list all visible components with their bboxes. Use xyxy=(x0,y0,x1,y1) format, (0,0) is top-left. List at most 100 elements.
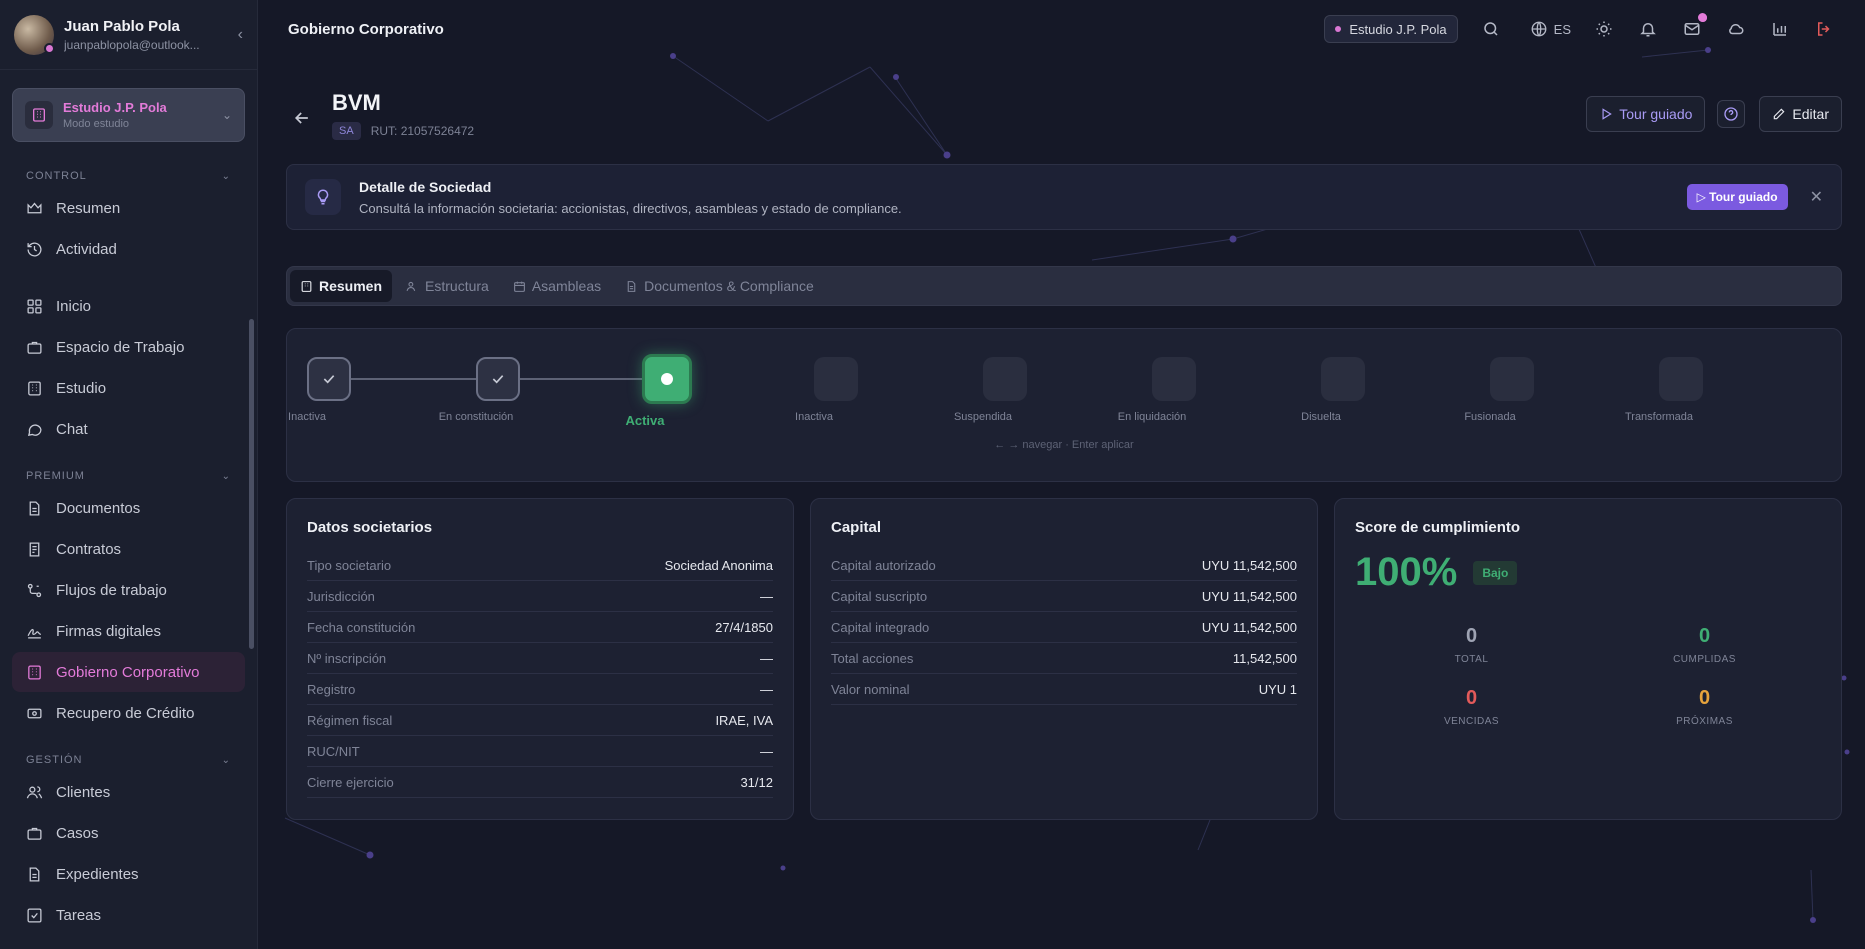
mail-icon[interactable] xyxy=(1683,13,1707,39)
data-row: Tipo societario Sociedad Anonima xyxy=(307,550,773,581)
tab-asambleas[interactable]: Asambleas xyxy=(503,270,611,302)
sidebar-item-resumen[interactable]: Resumen xyxy=(12,188,245,228)
data-row: Capital integrado UYU 11,542,500 xyxy=(831,612,1297,643)
data-row: Total acciones 11,542,500 xyxy=(831,643,1297,674)
sidebar-item-flujos-de-trabajo[interactable]: Flujos de trabajo xyxy=(12,570,245,610)
sidebar-item-inicio[interactable]: Inicio xyxy=(12,286,245,326)
workflow-icon xyxy=(27,583,42,597)
contract-icon xyxy=(29,541,40,557)
data-row: RUC/NIT — xyxy=(307,736,773,767)
row-key: Jurisdicción xyxy=(307,588,375,604)
stat-value: 0 xyxy=(1465,687,1478,709)
sidebar-item-actividad[interactable]: Actividad xyxy=(12,229,245,269)
check-icon xyxy=(307,357,351,401)
sidebar-item-casos[interactable]: Casos xyxy=(12,813,245,853)
tab-estructura[interactable]: Estructura xyxy=(396,270,499,302)
step-8[interactable]: Fusionada xyxy=(1428,357,1596,423)
sun-icon[interactable] xyxy=(1595,19,1615,39)
sidebar-item-clientes[interactable]: Clientes xyxy=(12,772,245,812)
sidebar-item-espacio-de-trabajo[interactable]: Espacio de Trabajo xyxy=(12,327,245,367)
sidebar-item-label: Tareas xyxy=(56,906,102,924)
row-value: — xyxy=(760,588,773,604)
bell-icon[interactable] xyxy=(1639,19,1659,39)
sidebar-item-documentos[interactable]: Documentos xyxy=(12,488,245,528)
step-1[interactable]: Inactiva xyxy=(245,357,413,423)
row-key: Tipo societario xyxy=(307,557,392,573)
section-title: GESTIÓN xyxy=(26,754,83,766)
step-6[interactable]: En liquidación xyxy=(1090,357,1258,423)
step-4[interactable]: Inactiva xyxy=(752,357,920,423)
sidebar-item-recupero-de-credito[interactable]: Recupero de Crédito xyxy=(12,693,245,733)
cloud-icon[interactable] xyxy=(1727,19,1747,39)
user-profile[interactable]: Juan Pablo Pola juanpablopola@outlook...… xyxy=(0,0,257,70)
building-icon xyxy=(301,280,312,292)
back-arrow-icon[interactable] xyxy=(292,108,312,128)
sidebar-item-estudio[interactable]: Estudio xyxy=(12,368,245,408)
hint-title: Detalle de Sociedad xyxy=(359,178,492,195)
section-gestion[interactable]: GESTIÓN ⌄ xyxy=(12,748,245,772)
sidebar-item-expedientes[interactable]: Expedientes xyxy=(12,854,245,894)
step-2[interactable]: En constitución xyxy=(414,357,582,423)
language-selector[interactable]: ES xyxy=(1530,20,1571,38)
notification-dot xyxy=(1698,13,1707,22)
sidebar-item-label: Actividad xyxy=(56,240,117,258)
tab-resumen[interactable]: Resumen xyxy=(290,270,393,302)
section-control[interactable]: CONTROL ⌄ xyxy=(12,164,245,188)
row-key: Fecha constitución xyxy=(307,619,416,635)
check-icon xyxy=(27,907,42,923)
row-key: Cierre ejercicio xyxy=(307,774,394,790)
history-icon xyxy=(27,242,42,257)
avatar xyxy=(14,14,55,55)
tab-label: Resumen xyxy=(319,278,383,294)
sidebar-item-label: Documentos xyxy=(56,499,141,517)
step-5[interactable]: Suspendida xyxy=(921,357,1089,423)
step-box xyxy=(983,357,1027,401)
step-9[interactable]: Transformada xyxy=(1597,357,1765,423)
step-box xyxy=(1321,357,1365,401)
workspace-name: Estudio J.P. Pola xyxy=(63,100,167,115)
sidebar-item-firmas-digitales[interactable]: Firmas digitales xyxy=(12,611,245,651)
edit-button[interactable]: Editar xyxy=(1759,96,1842,132)
tab-label: Asambleas xyxy=(531,278,602,294)
row-key: Capital autorizado xyxy=(831,557,936,573)
entity-name: BVM xyxy=(332,90,381,115)
card-title: Capital xyxy=(831,519,882,536)
help-icon xyxy=(1724,107,1739,121)
collapse-sidebar-icon[interactable]: ‹ xyxy=(238,26,243,44)
logout-icon[interactable] xyxy=(1815,19,1835,39)
tour-button-label: Tour guiado xyxy=(1619,106,1693,122)
step-3[interactable]: Activa xyxy=(583,354,751,428)
step-7[interactable]: Disuelta xyxy=(1259,357,1427,423)
tab-documentos-compliance[interactable]: Documentos & Compliance xyxy=(615,270,824,302)
sidebar-item-label: Estudio xyxy=(56,379,107,397)
document-icon xyxy=(627,280,636,292)
row-value: UYU 1 xyxy=(1258,681,1297,697)
stat-total: 0 TOTAL xyxy=(1355,625,1588,665)
tour-button[interactable]: Tour guiado xyxy=(1586,96,1706,132)
globe-icon xyxy=(1531,21,1547,37)
search-icon[interactable] xyxy=(1482,19,1502,39)
help-button[interactable] xyxy=(1717,100,1746,128)
data-row: Fecha constitución 27/4/1850 xyxy=(307,612,773,643)
grid-icon xyxy=(27,298,42,314)
card-title: Score de cumplimiento xyxy=(1355,519,1521,536)
workspace-selector[interactable]: Estudio J.P. Pola Modo estudio ⌄ xyxy=(12,88,245,142)
tab-label: Documentos & Compliance xyxy=(644,278,814,294)
entity-type-badge: SA xyxy=(332,122,361,140)
calendar-icon xyxy=(513,281,525,292)
close-icon[interactable]: ✕ xyxy=(1810,187,1823,207)
bar-chart-icon[interactable] xyxy=(1771,19,1791,39)
lightbulb-icon xyxy=(305,179,341,215)
hint-tour-button[interactable]: ▷ Tour guiado xyxy=(1686,184,1788,210)
sidebar-item-chat[interactable]: Chat xyxy=(12,409,245,449)
sidebar-item-gobierno-corporativo[interactable]: Gobierno Corporativo xyxy=(12,652,245,692)
building-icon xyxy=(28,664,41,680)
workspace-chip[interactable]: Estudio J.P. Pola xyxy=(1324,15,1458,43)
sidebar-item-label: Clientes xyxy=(56,783,111,801)
section-premium[interactable]: PREMIUM ⌄ xyxy=(12,464,245,488)
sidebar-item-contratos[interactable]: Contratos xyxy=(12,529,245,569)
sidebar-item-label: Expedientes xyxy=(56,865,139,883)
datos-societarios-card: Datos societarios Tipo societario Socieda… xyxy=(286,498,794,820)
sidebar-item-label: Chat xyxy=(56,420,88,438)
sidebar-item-tareas[interactable]: Tareas xyxy=(12,895,245,935)
